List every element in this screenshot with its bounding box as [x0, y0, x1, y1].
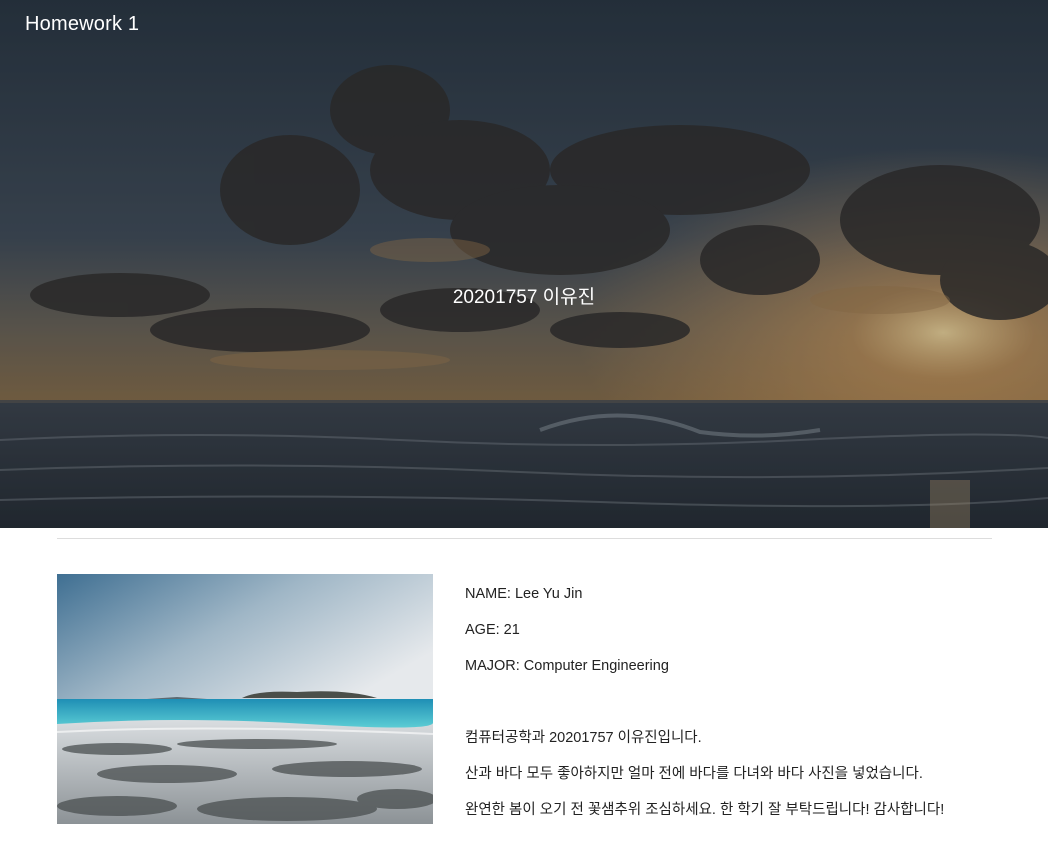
age-line: AGE: 21 [465, 622, 520, 638]
intro-line: 컴퓨터공학과 20201757 이유진입니다. [465, 730, 702, 746]
sunset-sea-image [0, 0, 1048, 528]
hero-title: 20201757 이유진 [452, 287, 596, 308]
intro-line: 산과 바다 모두 좋아하지만 얼마 전에 바다를 다녀와 바다 사진을 넣었습니… [465, 766, 923, 782]
beach-photo [57, 574, 433, 824]
section-divider [57, 538, 992, 539]
intro-line: 완연한 봄이 오기 전 꽃샘추위 조심하세요. 한 학기 잘 부탁드립니다! 감… [465, 802, 945, 818]
name-line: NAME: Lee Yu Jin [465, 586, 583, 602]
hero-banner: Homework 1 20201757 이유진 [0, 0, 1048, 528]
profile-info: NAME: Lee Yu Jin AGE: 21 MAJOR: Computer… [465, 584, 944, 836]
site-brand-link[interactable]: Homework 1 [25, 13, 139, 36]
major-line: MAJOR: Computer Engineering [465, 658, 669, 674]
